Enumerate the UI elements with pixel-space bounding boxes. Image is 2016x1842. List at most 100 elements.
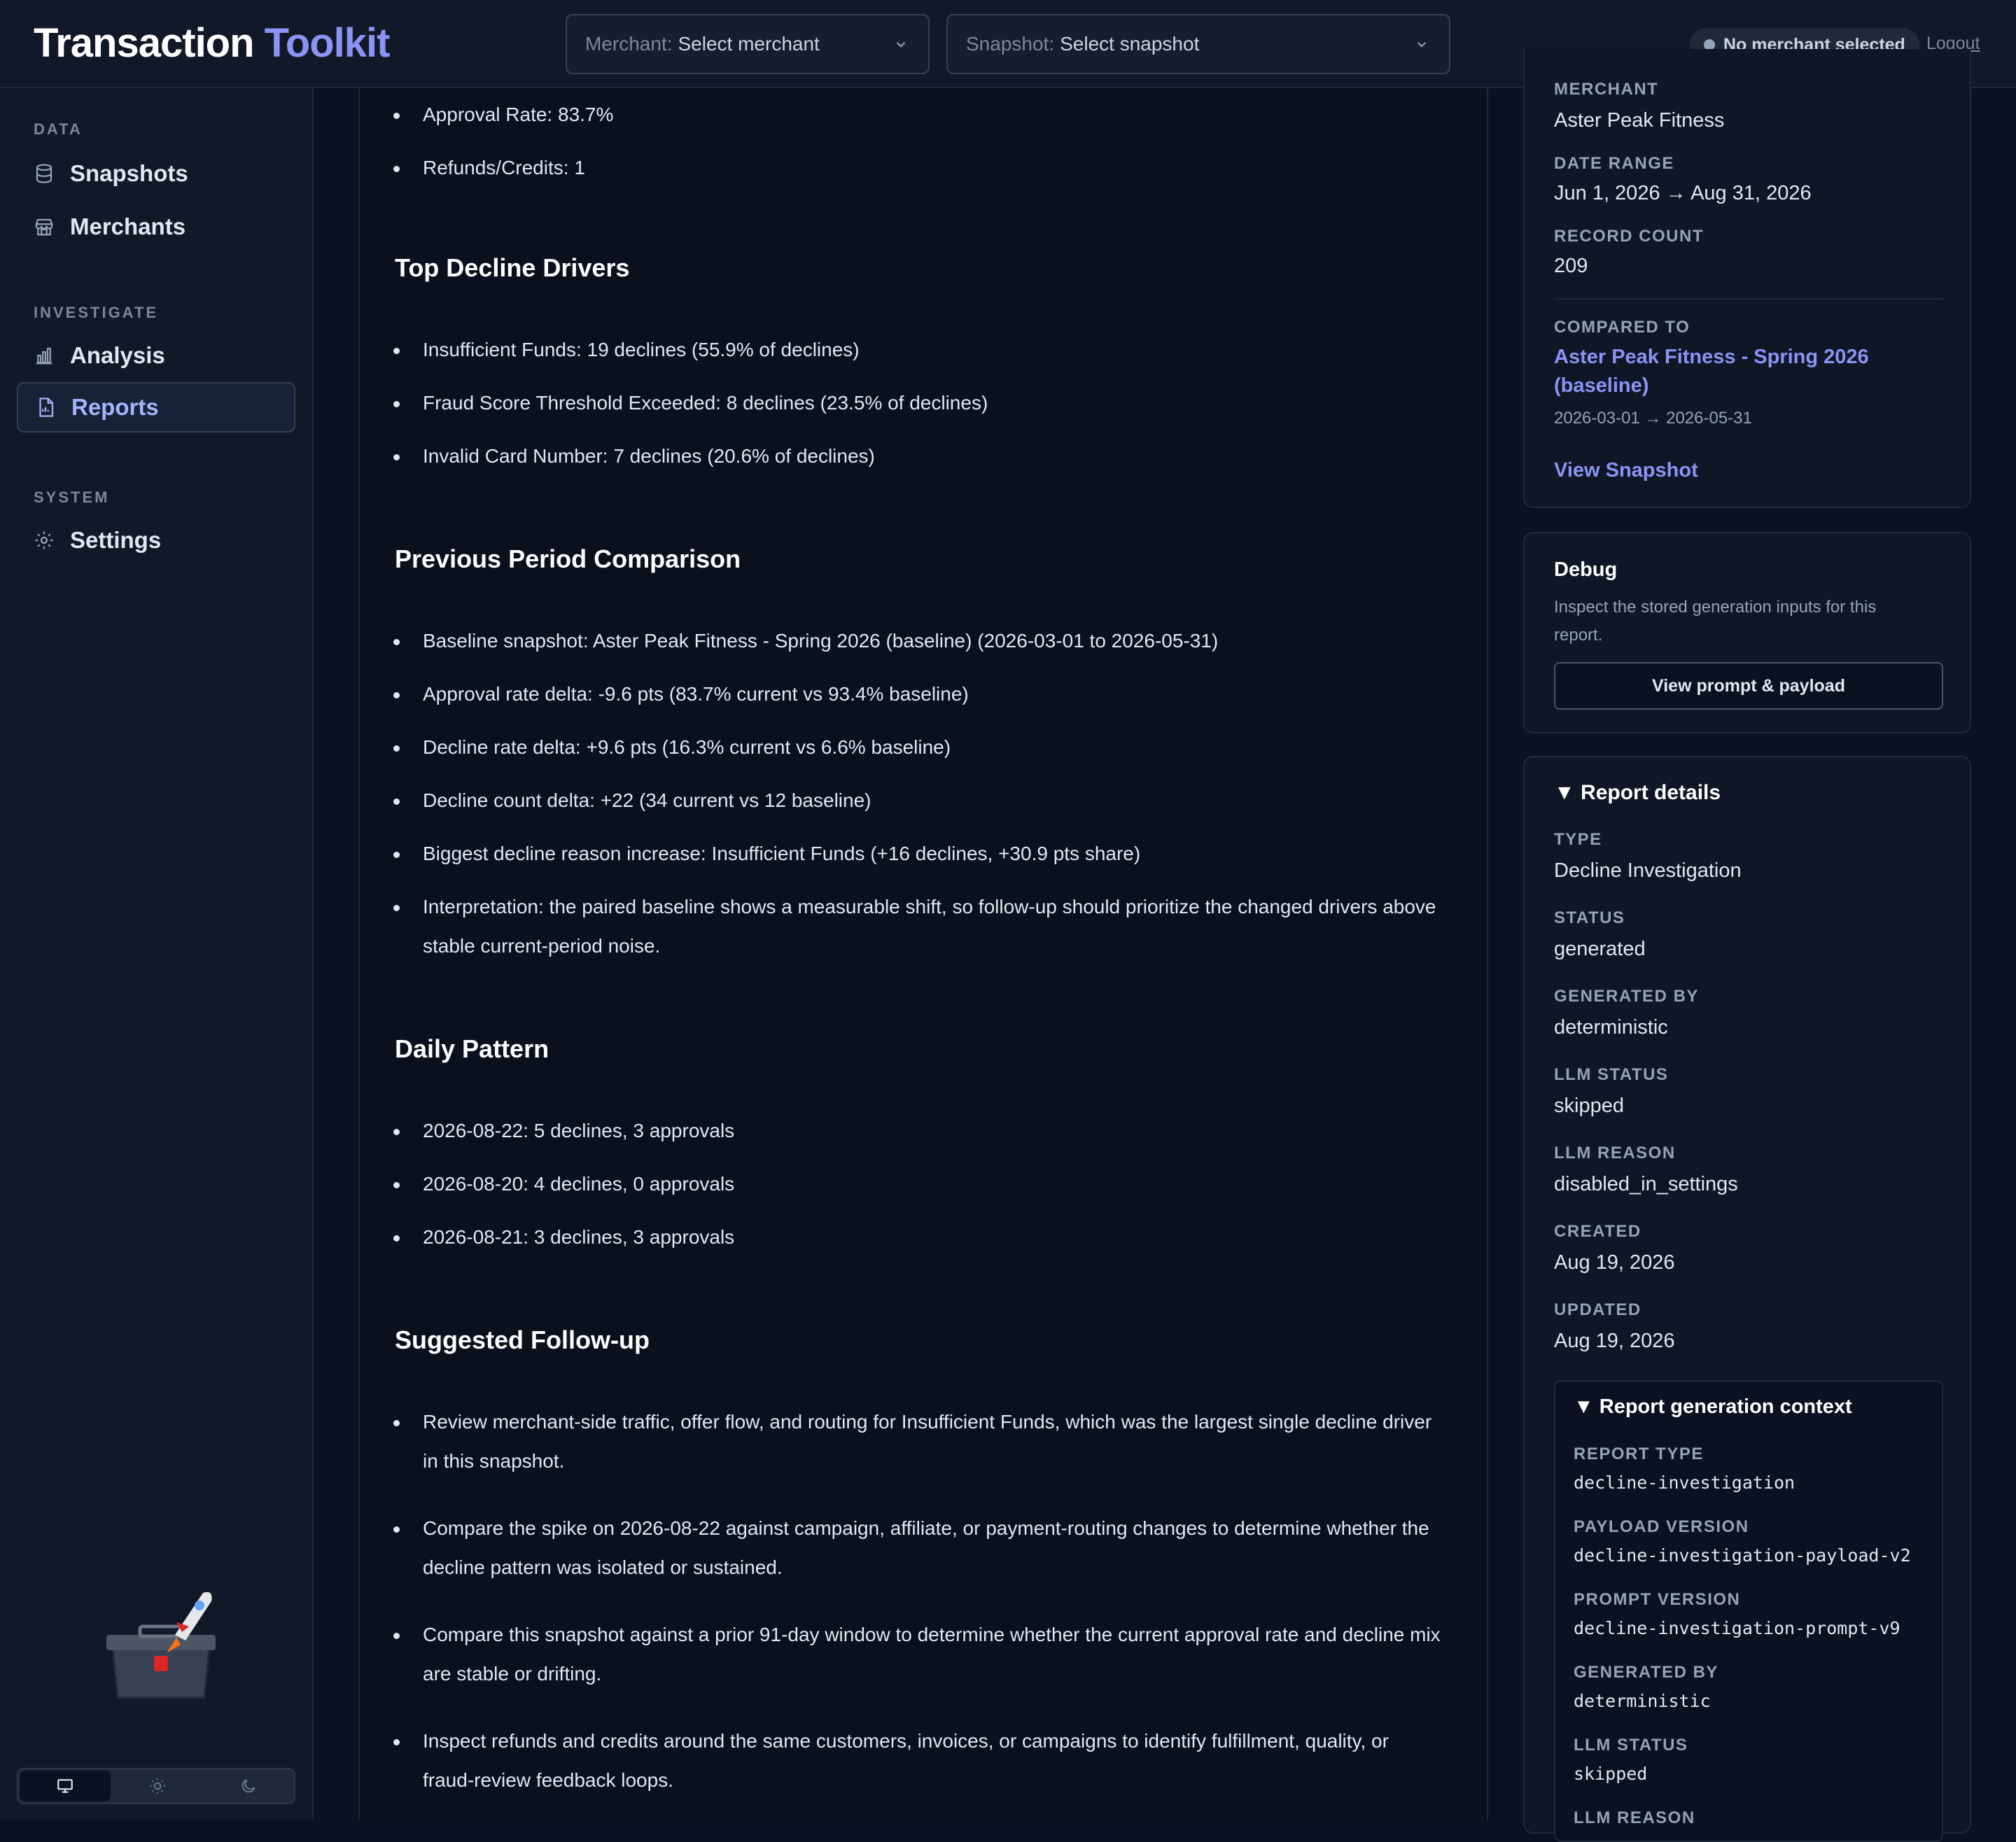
- list-item: Insufficient Funds: 19 declines (55.9% o…: [360, 330, 1445, 370]
- list-item: 2026-08-21: 3 declines, 3 approvals: [360, 1218, 1445, 1257]
- list-item: 2026-08-20: 4 declines, 0 approvals: [360, 1165, 1445, 1204]
- debug-card: Debug Inspect the stored generation inpu…: [1523, 532, 1971, 733]
- snapshot-info-card: MERCHANT Aster Peak Fitness DATE RANGE J…: [1523, 49, 1971, 508]
- sidebar-item-label: Snapshots: [70, 160, 188, 186]
- merchant-value: Aster Peak Fitness: [1554, 109, 1725, 132]
- generation-context-toggle[interactable]: ▼ Report generation context: [1574, 1395, 1852, 1419]
- compared-snapshot-link[interactable]: Aster Peak Fitness - Spring 2026 (baseli…: [1554, 346, 1869, 402]
- detail-key: GENERATED BY: [1554, 987, 1699, 1006]
- report-details-card: ▼ Report details TYPE Decline Investigat…: [1523, 756, 1971, 1842]
- sidebar-section-data: DATA: [34, 120, 83, 138]
- section-heading-follow-up: Suggested Follow-up: [395, 1326, 650, 1354]
- context-key: PROMPT VERSION: [1574, 1590, 1741, 1609]
- context-value: deterministic: [1574, 1691, 1711, 1711]
- triangle-down-icon: ▼: [1574, 1395, 1600, 1418]
- snapshot-select-label: Snapshot:: [966, 33, 1055, 55]
- document-icon: [39, 398, 54, 417]
- app-brand[interactable]: Transaction Toolkit: [34, 20, 391, 66]
- list-item: Fraud Score Threshold Exceeded: 8 declin…: [360, 384, 1445, 423]
- detail-key: STATUS: [1554, 908, 1625, 927]
- report-details-toggle[interactable]: ▼ Report details: [1554, 781, 1721, 805]
- detail-value: generated: [1554, 938, 1646, 960]
- divider: [1554, 298, 1943, 300]
- list-item: Inspect refunds and credits around the s…: [360, 1722, 1445, 1800]
- list-item: Decline count delta: +22 (34 current vs …: [360, 781, 1445, 820]
- sidebar-item-analysis[interactable]: Analysis: [17, 330, 295, 381]
- store-icon: [35, 218, 53, 236]
- toolbox-rocket-illustration: [106, 1591, 216, 1699]
- list-item: Refunds/Credits: 1: [360, 148, 1445, 188]
- sidebar-item-label: Analysis: [70, 342, 165, 368]
- detail-key: TYPE: [1554, 830, 1602, 849]
- compared-to-key: COMPARED TO: [1554, 318, 1690, 337]
- theme-option-light[interactable]: [112, 1769, 203, 1803]
- theme-switch[interactable]: [17, 1768, 295, 1804]
- list-item: Biggest decline reason increase: Insuffi…: [360, 834, 1445, 873]
- merchant-select[interactable]: Merchant: Select merchant: [566, 14, 930, 74]
- list-item: Compare the spike on 2026-08-22 against …: [360, 1509, 1445, 1587]
- context-key: LLM REASON: [1574, 1808, 1695, 1827]
- gear-icon: [35, 531, 53, 549]
- section-heading-previous-period: Previous Period Comparison: [395, 544, 741, 573]
- merchant-select-label: Merchant:: [585, 33, 673, 55]
- sidebar-item-label: Merchants: [70, 213, 186, 239]
- context-key: LLM STATUS: [1574, 1736, 1688, 1755]
- snapshot-select[interactable]: Snapshot: Select snapshot: [946, 14, 1450, 74]
- detail-value: Aug 19, 2026: [1554, 1330, 1675, 1352]
- list-item: Compare this snapshot against a prior 91…: [360, 1615, 1445, 1694]
- snapshot-select-value: Select snapshot: [1060, 33, 1200, 55]
- list-item: Interpretation: the paired baseline show…: [360, 887, 1445, 966]
- detail-key: CREATED: [1554, 1222, 1642, 1241]
- context-value: skipped: [1574, 1764, 1648, 1784]
- brand-accent: Toolkit: [264, 20, 391, 66]
- debug-title: Debug: [1554, 558, 1618, 581]
- section-heading-daily-pattern: Daily Pattern: [395, 1034, 550, 1063]
- context-value: decline-investigation-prompt-v9: [1574, 1618, 1900, 1638]
- list-item: 2026-08-22: 5 declines, 3 approvals: [360, 1111, 1445, 1151]
- detail-key: UPDATED: [1554, 1300, 1642, 1319]
- brand-main: Transaction: [34, 20, 255, 66]
- sidebar-item-merchants[interactable]: Merchants: [17, 202, 295, 252]
- sidebar-item-reports[interactable]: Reports: [17, 382, 295, 433]
- sidebar: DATA Snapshots Merchants INVESTIGATE Ana…: [0, 88, 314, 1820]
- monitor-icon: [57, 1779, 73, 1793]
- chevron-down-icon: [896, 42, 906, 48]
- context-value: decline-investigation-payload-v2: [1574, 1545, 1911, 1566]
- theme-option-system[interactable]: [20, 1771, 111, 1801]
- sidebar-item-settings[interactable]: Settings: [17, 515, 295, 565]
- bar-chart-icon: [36, 347, 52, 365]
- sidebar-section-investigate: INVESTIGATE: [34, 304, 159, 321]
- detail-key: LLM STATUS: [1554, 1065, 1669, 1084]
- date-range-key: DATE RANGE: [1554, 154, 1674, 173]
- theme-option-dark[interactable]: [203, 1769, 294, 1803]
- sidebar-section-system: SYSTEM: [34, 488, 110, 506]
- view-prompt-payload-button[interactable]: View prompt & payload: [1554, 662, 1943, 710]
- report-content: Approval Rate: 83.7% Refunds/Credits: 1 …: [358, 88, 1488, 1820]
- context-value: decline-investigation: [1574, 1472, 1795, 1493]
- database-icon: [36, 164, 52, 183]
- compared-range: 2026-03-01 → 2026-05-31: [1554, 409, 1752, 428]
- date-range-value: Jun 1, 2026 → Aug 31, 2026: [1554, 182, 1812, 204]
- list-item: Decline rate delta: +9.6 pts (16.3% curr…: [360, 728, 1445, 767]
- detail-value: deterministic: [1554, 1016, 1668, 1039]
- list-item: Approval rate delta: -9.6 pts (83.7% cur…: [360, 675, 1445, 714]
- detail-value: skipped: [1554, 1095, 1624, 1117]
- chevron-down-icon: [1417, 42, 1427, 48]
- section-heading-top-decline: Top Decline Drivers: [395, 253, 630, 282]
- sidebar-item-label: Reports: [71, 394, 159, 420]
- list-item: Baseline snapshot: Aster Peak Fitness - …: [360, 621, 1445, 661]
- sidebar-item-snapshots[interactable]: Snapshots: [17, 148, 295, 199]
- detail-value: Aug 19, 2026: [1554, 1251, 1675, 1274]
- detail-value: Decline Investigation: [1554, 859, 1742, 882]
- debug-description: Inspect the stored generation inputs for…: [1554, 598, 1877, 645]
- merchant-key: MERCHANT: [1554, 80, 1659, 99]
- moon-icon: [241, 1779, 255, 1793]
- view-snapshot-link[interactable]: View Snapshot: [1554, 459, 1698, 482]
- context-key: GENERATED BY: [1574, 1663, 1718, 1682]
- context-key: REPORT TYPE: [1574, 1444, 1704, 1463]
- merchant-select-value: Select merchant: [678, 33, 820, 55]
- detail-key: LLM REASON: [1554, 1144, 1676, 1162]
- context-key: PAYLOAD VERSION: [1574, 1517, 1749, 1536]
- sun-icon: [150, 1778, 165, 1794]
- record-count-value: 209: [1554, 255, 1588, 277]
